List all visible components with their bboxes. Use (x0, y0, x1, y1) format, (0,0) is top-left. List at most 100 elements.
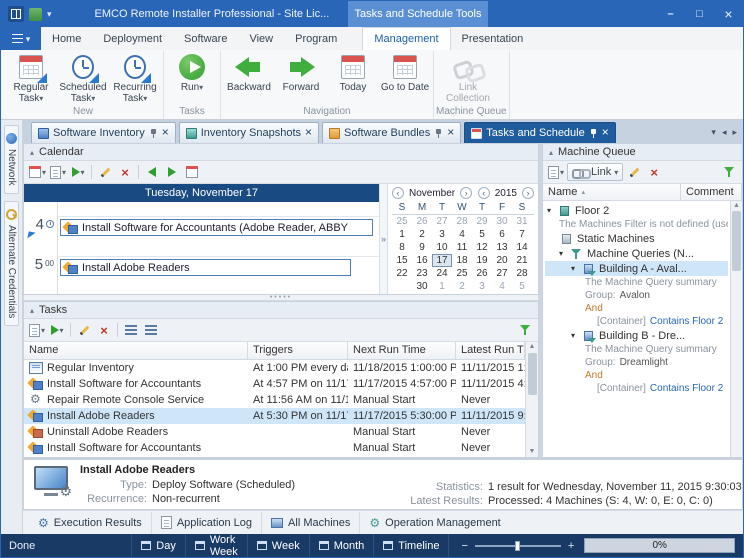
scroll-up-icon[interactable]: ▲ (529, 343, 536, 351)
day-cell[interactable]: 7 (512, 228, 532, 241)
ribbon-tab-home[interactable]: Home (41, 27, 92, 50)
scroll-down-icon[interactable]: ▼ (529, 448, 536, 456)
close-tab-icon[interactable] (162, 127, 169, 139)
tasks-scrollbar[interactable]: ▲ ▼ (525, 342, 538, 457)
tree-item-building-a[interactable]: Building A - Aval... (545, 261, 728, 276)
table-row[interactable]: Regular Inventory At 1:00 PM every day 1… (24, 360, 525, 376)
column-header-name[interactable]: Name (543, 184, 681, 200)
view-week-button[interactable]: Week (247, 534, 309, 557)
ribbon-tab-deployment[interactable]: Deployment (92, 27, 173, 50)
day-cell[interactable]: 4 (452, 228, 472, 241)
view-work-week-button[interactable]: Work Week (185, 534, 247, 557)
tab-list-caret-icon[interactable]: ▾ (711, 127, 716, 138)
day-cell[interactable]: 3 (472, 280, 492, 293)
calendar-event[interactable]: Install Adobe Readers (60, 259, 351, 276)
forward-button[interactable]: Forward (275, 51, 327, 106)
day-cell[interactable]: 23 (412, 267, 432, 280)
detail-view-button[interactable] (142, 321, 160, 339)
delete-task-button[interactable] (95, 321, 113, 339)
collapse-icon[interactable] (30, 304, 34, 316)
collapse-icon[interactable] (549, 146, 553, 158)
view-day-button[interactable]: Day (131, 534, 185, 557)
close-tab-icon[interactable] (305, 127, 312, 139)
doc-tab-tasks-and-schedule[interactable]: Tasks and Schedule (464, 122, 615, 143)
link-button[interactable]: Link (567, 163, 623, 181)
calendar-today-button[interactable] (183, 163, 201, 181)
backward-button[interactable]: Backward (223, 51, 275, 106)
next-month-icon[interactable]: › (460, 187, 472, 199)
tree-item-building-b[interactable]: Building B - Dre... (545, 328, 728, 343)
selected-day-cell[interactable]: 17 (432, 254, 452, 267)
calendar-backward-button[interactable] (143, 163, 161, 181)
new-appointment-button[interactable] (28, 163, 47, 181)
zoom-out-button[interactable] (461, 540, 467, 552)
day-cell[interactable]: 10 (432, 241, 452, 254)
table-row[interactable]: Install Software for Accountants Manual … (24, 440, 525, 456)
qat-dropdown-caret-icon[interactable] (47, 8, 52, 20)
close-button[interactable] (714, 1, 743, 27)
column-header-latest-run-time[interactable]: Latest Run Time (456, 342, 525, 359)
machine-queue-header[interactable]: Machine Queue (543, 144, 742, 161)
collapse-icon[interactable] (30, 146, 34, 158)
day-cell[interactable]: 13 (492, 241, 512, 254)
tab-operation-management[interactable]: Operation Management (359, 512, 509, 534)
calendar-panel-header[interactable]: Calendar (24, 144, 538, 161)
new-queue-item-button[interactable] (547, 163, 565, 181)
sidebar-tab-network[interactable]: Network (4, 125, 19, 194)
app-logo-icon[interactable] (8, 6, 24, 22)
day-cell[interactable]: 26 (472, 267, 492, 280)
today-button[interactable]: Today (327, 51, 379, 106)
day-cell[interactable]: 18 (452, 254, 472, 267)
go-to-date-button[interactable]: Go to Date (379, 51, 431, 106)
new-task-button[interactable] (28, 321, 46, 339)
day-cell[interactable]: 14 (512, 241, 532, 254)
day-cell[interactable]: 15 (392, 254, 412, 267)
doc-tab-software-bundles[interactable]: Software Bundles (322, 122, 461, 143)
regular-task-button[interactable]: Regular Task (5, 51, 57, 106)
day-cell[interactable]: 2 (452, 280, 472, 293)
day-cell[interactable]: 28 (452, 215, 472, 228)
calendar-forward-button[interactable] (163, 163, 181, 181)
tab-application-log[interactable]: Application Log (151, 512, 261, 534)
expander-icon[interactable] (571, 331, 581, 340)
filter-button[interactable] (516, 321, 534, 339)
tree-item-floor-2[interactable]: Floor 2 (545, 203, 728, 218)
day-cell[interactable]: 21 (512, 254, 532, 267)
day-cell[interactable]: 1 (432, 280, 452, 293)
table-row[interactable]: Uninstall Adobe Readers Manual Start Nev… (24, 424, 525, 440)
prev-month-icon[interactable]: ‹ (392, 187, 404, 199)
qat-icon[interactable] (29, 8, 42, 21)
close-tab-icon[interactable] (602, 127, 609, 139)
calendar-splitter[interactable] (379, 184, 388, 294)
scroll-thumb[interactable] (528, 353, 537, 395)
day-cell[interactable]: 2 (412, 228, 432, 241)
day-cell[interactable]: 27 (492, 267, 512, 280)
scroll-thumb[interactable] (732, 211, 741, 271)
day-cell[interactable]: 6 (492, 228, 512, 241)
day-cell[interactable]: 27 (432, 215, 452, 228)
run-button[interactable]: Run (166, 51, 218, 106)
recurring-task-button[interactable]: Recurring Task (109, 51, 161, 106)
column-header-comment[interactable]: Comment (681, 184, 742, 200)
edit-queue-button[interactable] (625, 163, 643, 181)
day-cell[interactable]: 9 (412, 241, 432, 254)
tree-item-machine-queries[interactable]: Machine Queries (N... (545, 246, 728, 261)
scheduled-task-button[interactable]: Scheduled Task (57, 51, 109, 106)
table-row[interactable]: Repair Remote Console Service At 11:56 A… (24, 392, 525, 408)
ribbon-tab-management[interactable]: Management (362, 27, 450, 50)
column-header-next-run-time[interactable]: Next Run Time (348, 342, 456, 359)
pin-icon[interactable] (589, 128, 598, 139)
scroll-up-icon[interactable]: ▲ (733, 202, 740, 209)
tree-item-static-machines[interactable]: Static Machines (545, 231, 728, 246)
edit-task-button[interactable] (75, 321, 93, 339)
prev-year-icon[interactable]: ‹ (478, 187, 490, 199)
zoom-slider[interactable] (475, 545, 561, 547)
table-row[interactable]: Install Software for Accountants At 4:57… (24, 376, 525, 392)
list-view-button[interactable] (122, 321, 140, 339)
day-cell[interactable]: 25 (392, 215, 412, 228)
day-cell[interactable]: 16 (412, 254, 432, 267)
day-cell[interactable]: 1 (392, 228, 412, 241)
zoom-in-button[interactable] (568, 540, 574, 552)
day-cell[interactable]: 28 (512, 267, 532, 280)
day-cell[interactable]: 5 (512, 280, 532, 293)
